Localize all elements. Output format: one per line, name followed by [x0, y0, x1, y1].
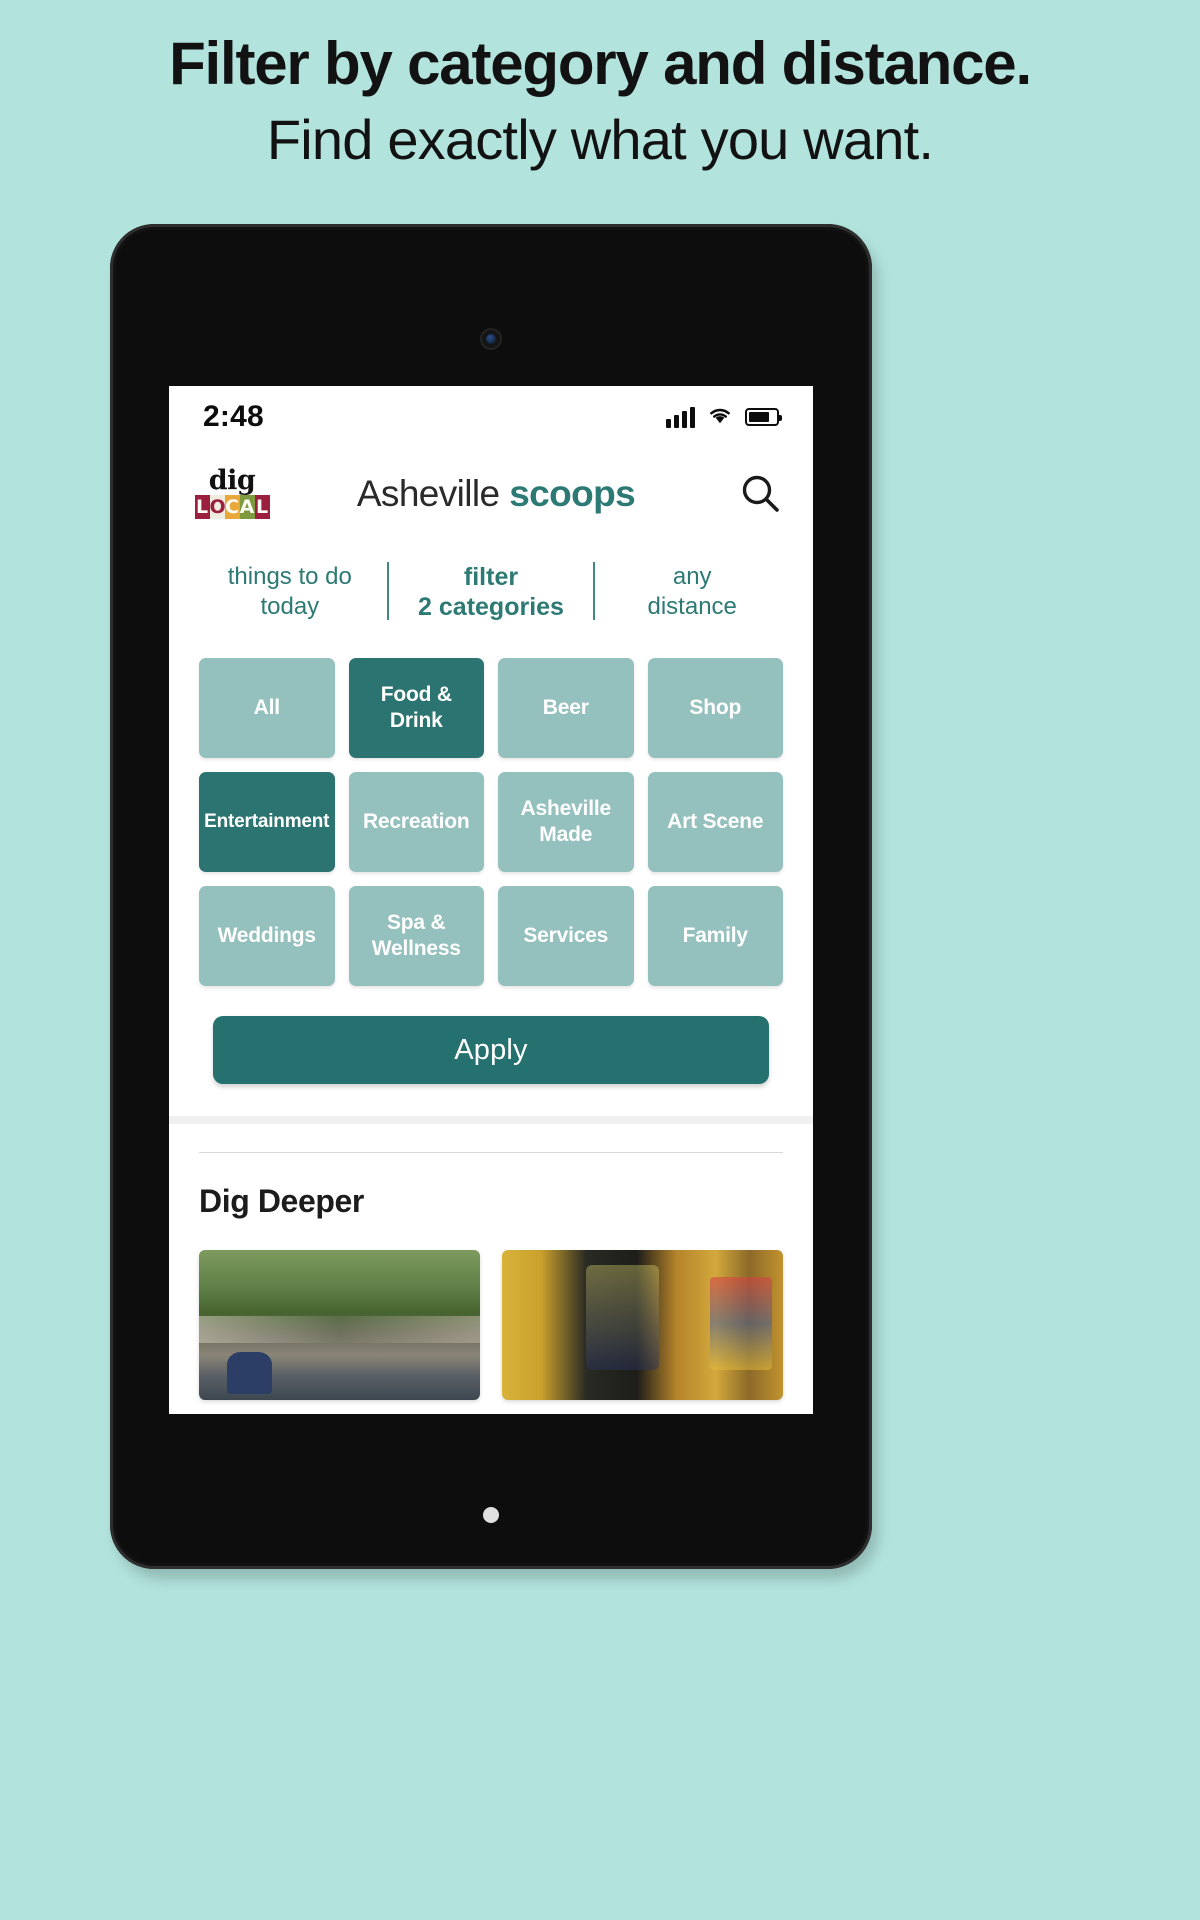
home-indicator-dot	[483, 1507, 499, 1523]
page-title-brand: scoops	[509, 473, 636, 514]
category-tile-shop[interactable]: Shop	[647, 658, 783, 758]
tab-divider-1	[386, 562, 389, 620]
device-mockup: 2:48 dig L O C A L Asheville scoops thin…	[110, 224, 878, 1579]
dig-deeper-title: Dig Deeper	[199, 1183, 364, 1219]
filter-tabs: things to do today filter 2 categories a…	[169, 540, 813, 648]
category-tile-art-scene[interactable]: Art Scene	[647, 772, 783, 872]
category-tile-services[interactable]: Services	[498, 886, 634, 986]
battery-icon	[745, 408, 782, 426]
apply-container: Apply	[169, 986, 813, 1108]
logo-letter-c: C	[224, 495, 240, 520]
status-bar: 2:48	[169, 386, 813, 448]
logo-letter-a: A	[239, 495, 255, 520]
tab-distance-line1: any	[672, 563, 712, 590]
logo-dig-text: dig	[208, 464, 256, 496]
page-title: Asheville scoops	[265, 473, 727, 515]
category-tile-weddings[interactable]: Weddings	[199, 886, 335, 986]
category-tile-food-drink[interactable]: Food & Drink	[348, 658, 484, 758]
tab-things-to-do[interactable]: things to do today	[193, 558, 387, 626]
device-frame: 2:48 dig L O C A L Asheville scoops thin…	[110, 224, 872, 1569]
section-separator	[169, 1116, 813, 1124]
tab-distance[interactable]: any distance	[595, 558, 789, 626]
app-header: dig L O C A L Asheville scoops	[169, 448, 813, 540]
outdoor-festival-photo[interactable]	[199, 1250, 480, 1400]
status-icons	[666, 405, 782, 430]
tab-things-to-do-line1: things to do	[227, 563, 352, 590]
colorful-market-shop-photo[interactable]	[502, 1250, 783, 1400]
tab-things-to-do-line2: today	[260, 593, 320, 620]
category-tile-spa-wellness[interactable]: Spa & Wellness	[348, 886, 484, 986]
tab-filter-line1: filter	[463, 563, 519, 591]
dig-deeper-cards	[169, 1220, 813, 1400]
dig-local-logo[interactable]: dig L O C A L	[194, 464, 270, 520]
search-icon	[742, 475, 779, 512]
category-tile-family[interactable]: Family	[647, 886, 783, 986]
category-grid: All Food & Drink Beer Shop Entertainment…	[169, 648, 813, 986]
dig-deeper-rule	[199, 1152, 783, 1153]
status-time: 2:48	[203, 400, 264, 433]
promo-headline: Filter by category and distance. Find ex…	[0, 0, 1200, 173]
logo-letter-l: L	[194, 495, 210, 520]
logo-letter-o: O	[209, 495, 226, 520]
front-camera-icon	[480, 328, 502, 350]
category-tile-recreation[interactable]: Recreation	[348, 772, 484, 872]
logo-local-blocks: L O C A L	[194, 495, 270, 520]
app-screen: 2:48 dig L O C A L Asheville scoops thin…	[169, 386, 813, 1414]
category-tile-beer[interactable]: Beer	[498, 658, 634, 758]
category-tile-entertainment[interactable]: Entertainment	[199, 772, 335, 872]
cellular-signal-icon	[666, 406, 695, 428]
tab-filter[interactable]: filter 2 categories	[389, 558, 594, 626]
wifi-icon	[707, 405, 733, 430]
search-button[interactable]	[727, 471, 783, 517]
promo-headline-line1: Filter by category and distance.	[169, 30, 1032, 97]
category-tile-asheville-made[interactable]: Asheville Made	[498, 772, 634, 872]
dig-deeper-section: Dig Deeper	[169, 1124, 813, 1220]
apply-button[interactable]: Apply	[213, 1016, 769, 1084]
category-tile-all[interactable]: All	[199, 658, 335, 758]
tab-distance-line2: distance	[647, 593, 737, 620]
tab-divider-2	[593, 562, 596, 620]
tab-filter-line2: 2 categories	[418, 593, 564, 621]
page-title-city: Asheville	[356, 473, 510, 514]
promo-headline-line2: Find exactly what you want.	[266, 108, 934, 172]
